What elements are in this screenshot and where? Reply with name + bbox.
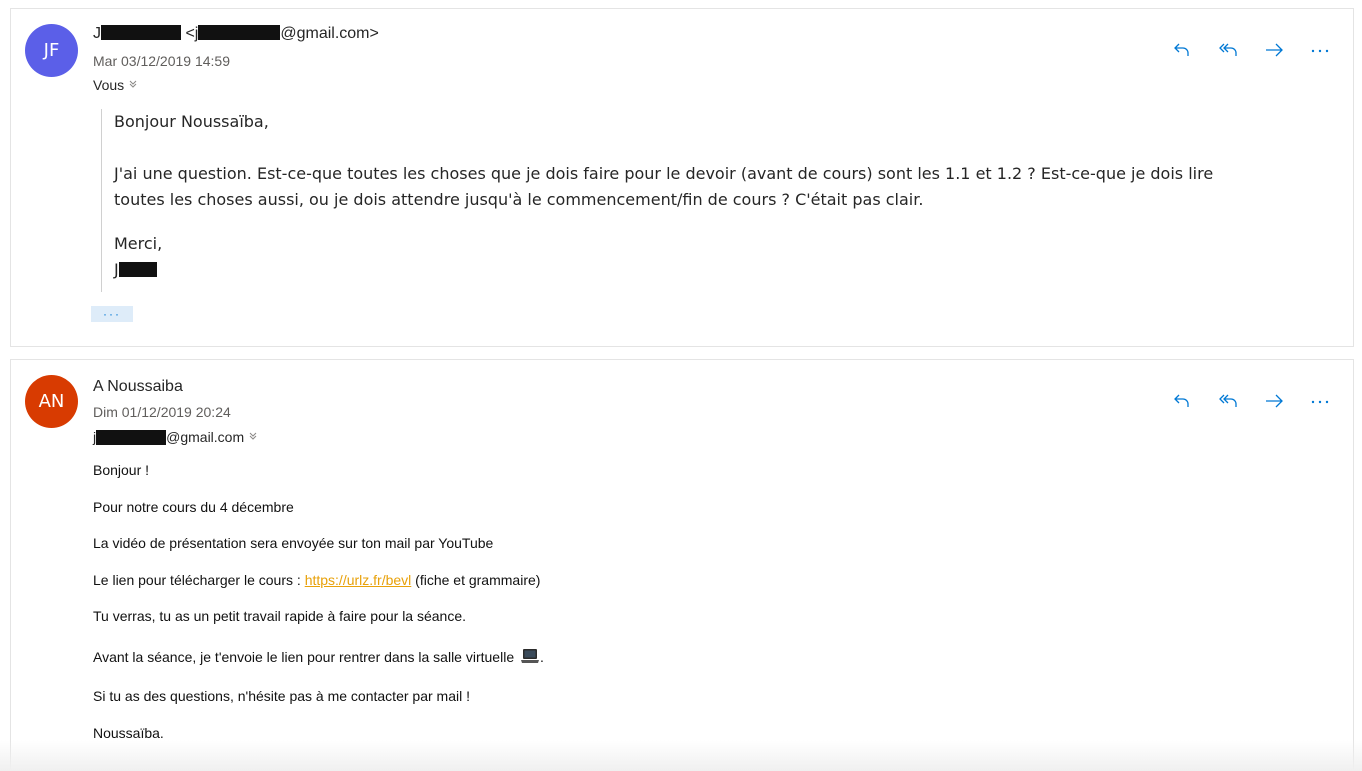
message-actions bbox=[1169, 388, 1333, 414]
recipient-line[interactable]: Vous bbox=[93, 77, 138, 93]
body-text-end: . bbox=[540, 649, 544, 665]
message-actions bbox=[1169, 37, 1333, 63]
reply-all-icon[interactable] bbox=[1215, 37, 1241, 63]
chevron-down-icon[interactable] bbox=[248, 431, 258, 443]
link-intro: Le lien pour télécharger le cours : bbox=[93, 572, 305, 588]
download-link[interactable]: https://urlz.fr/bevl bbox=[305, 572, 412, 588]
reply-all-icon[interactable] bbox=[1215, 388, 1241, 414]
body-line: Tu verras, tu as un petit travail rapide… bbox=[93, 608, 467, 624]
body-line: La vidéo de présentation sera envoyée su… bbox=[93, 535, 494, 551]
reply-icon[interactable] bbox=[1169, 388, 1195, 414]
sender-email-domain: @gmail.com> bbox=[280, 25, 379, 42]
avatar[interactable]: JF bbox=[25, 24, 78, 77]
chevron-down-icon[interactable] bbox=[128, 79, 138, 91]
body-greeting: Bonjour Noussaïba, bbox=[114, 112, 269, 131]
sender-line[interactable]: J <j @gmail.com> bbox=[93, 25, 379, 43]
message-date: Mar 03/12/2019 14:59 bbox=[93, 53, 230, 69]
body-line: Si tu as des questions, n'hésite pas à m… bbox=[93, 688, 470, 704]
body-line-link: Le lien pour télécharger le cours : http… bbox=[93, 572, 540, 588]
redacted-block bbox=[198, 25, 281, 40]
recipient-domain: @gmail.com bbox=[166, 429, 245, 445]
body-line: Pour notre cours du 4 décembre bbox=[93, 499, 294, 515]
body-signature: Noussaïba. bbox=[93, 725, 164, 741]
more-icon[interactable] bbox=[1307, 388, 1333, 414]
body-line: toutes les choses aussi, ou je dois atte… bbox=[114, 190, 924, 209]
recipient-line[interactable]: j @gmail.com bbox=[93, 429, 258, 445]
show-quoted-text-button[interactable]: ··· bbox=[91, 306, 133, 322]
body-line: Bonjour ! bbox=[93, 462, 150, 478]
redacted-block bbox=[96, 429, 167, 445]
body-signature: J bbox=[114, 257, 1311, 283]
message-body: Bonjour Noussaïba, J'ai une question. Es… bbox=[101, 109, 1311, 292]
avatar[interactable]: AN bbox=[25, 375, 78, 428]
laptop-icon bbox=[520, 648, 540, 667]
message-card-noussaiba: AN A Noussaiba Dim 01/12/2019 20:24 j @gm… bbox=[10, 359, 1354, 771]
message-date: Dim 01/12/2019 20:24 bbox=[93, 404, 231, 420]
redacted-block bbox=[101, 25, 181, 40]
avatar-initials: JF bbox=[43, 40, 60, 61]
recipient-label: Vous bbox=[93, 77, 125, 93]
body-signoff: Merci, bbox=[114, 234, 163, 253]
avatar-initials: AN bbox=[38, 391, 65, 412]
reply-icon[interactable] bbox=[1169, 37, 1195, 63]
sender-name-initial: J bbox=[93, 25, 101, 42]
message-card-john: JF J <j @gmail.com> Mar 03/12/2019 14:59 … bbox=[10, 8, 1354, 347]
more-icon[interactable] bbox=[1307, 37, 1333, 63]
body-line: J'ai une question. Est-ce-que toutes les… bbox=[114, 164, 1214, 183]
sender-email-open: <j bbox=[185, 25, 199, 42]
redacted-block bbox=[118, 262, 157, 277]
sender-name[interactable]: A Noussaiba bbox=[93, 378, 183, 396]
body-text: Avant la séance, je t'envoie le lien pou… bbox=[93, 649, 515, 665]
forward-icon[interactable] bbox=[1261, 388, 1287, 414]
body-line-laptop: Avant la séance, je t'envoie le lien pou… bbox=[93, 648, 544, 667]
scroll-fade bbox=[0, 740, 1362, 771]
forward-icon[interactable] bbox=[1261, 37, 1287, 63]
link-note: (fiche et grammaire) bbox=[411, 572, 541, 588]
